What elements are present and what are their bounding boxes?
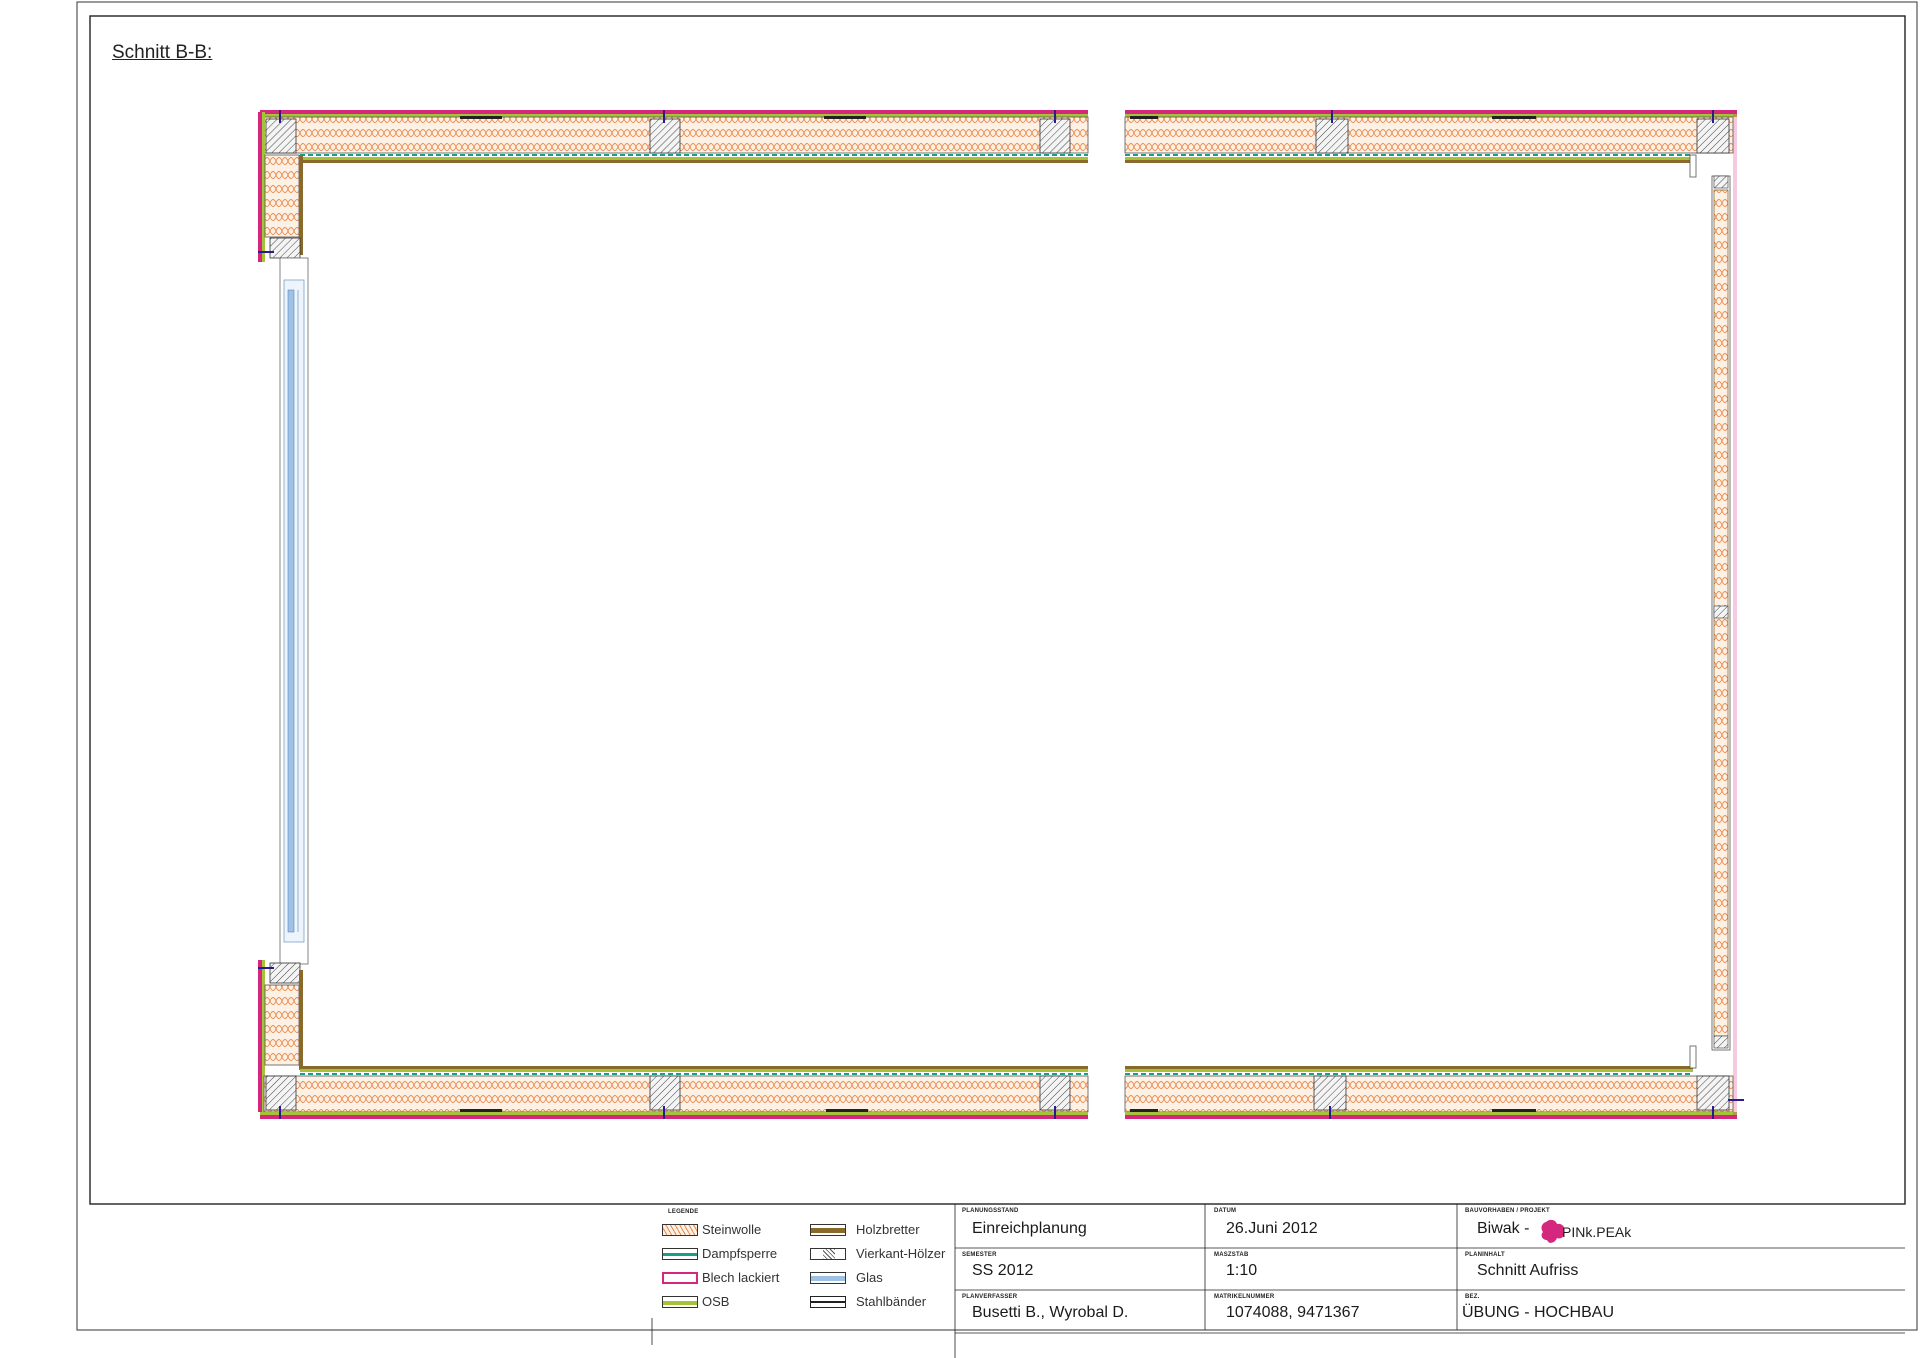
outer-frame: [76, 1, 1918, 1331]
value-projekt: Biwak -: [1477, 1220, 1530, 1237]
steel-band-icon: [810, 1296, 846, 1308]
square-timber-icon: [810, 1248, 846, 1260]
wall-bottom-left: [260, 1066, 1089, 1119]
value-planverfasser: Busetti B., Wyrobal D.: [972, 1304, 1129, 1321]
label-bez: BEZ.: [1465, 1294, 1480, 1300]
value-semester: SS 2012: [972, 1262, 1034, 1279]
legend-label-blech: Blech lackiert: [702, 1270, 780, 1285]
wall-right: [1689, 112, 1744, 1118]
legend-label-glas: Glas: [856, 1270, 883, 1285]
drawing-frame: [89, 15, 1906, 1205]
legend-label-stahlbaender: Stahlbänder: [856, 1294, 927, 1309]
label-matrikelnummer: MATRIKELNUMMER: [1214, 1294, 1275, 1300]
glass-icon: [810, 1272, 846, 1284]
legend-heading: LEGENDE: [668, 1209, 699, 1215]
legend-label-steinwolle: Steinwolle: [702, 1222, 762, 1237]
wall-top-right: [1124, 110, 1737, 163]
label-planinhalt: PLANINHALT: [1465, 1252, 1505, 1258]
legend-label-vierkant: Vierkant-Hölzer: [856, 1246, 946, 1261]
label-datum: DATUM: [1214, 1208, 1237, 1214]
wood-boards-icon: [810, 1224, 846, 1236]
legend-label-holzbretter: Holzbretter: [856, 1222, 920, 1237]
legend-label-dampfsperre: Dampfsperre: [702, 1246, 778, 1261]
value-matrikelnummer: 1074088, 9471367: [1226, 1304, 1360, 1321]
value-massstab: 1:10: [1226, 1262, 1258, 1279]
insulation-icon: [662, 1224, 698, 1236]
drawing-sheet: [76, 1, 1918, 1358]
wall-bottom-right: [1124, 1066, 1737, 1119]
pink-peak-logo-text: PINk.PEAk: [1562, 1224, 1632, 1240]
label-planverfasser: PLANVERFASSER: [962, 1294, 1018, 1300]
section-title: Schnitt B-B:: [112, 42, 213, 63]
label-projekt: BAUVORHABEN / PROJEKT: [1465, 1208, 1550, 1214]
label-planungsstand: PLANUNGSSTAND: [962, 1208, 1019, 1214]
label-semester: SEMESTER: [962, 1252, 997, 1258]
legend-label-osb: OSB: [702, 1294, 730, 1309]
value-planungsstand: Einreichplanung: [972, 1220, 1087, 1237]
value-bez: ÜBUNG - HOCHBAU: [1462, 1304, 1615, 1321]
window-glass: [279, 257, 309, 965]
value-planinhalt: Schnitt Aufriss: [1477, 1262, 1579, 1279]
value-datum: 26.Juni 2012: [1226, 1220, 1318, 1237]
osb-icon: [662, 1296, 698, 1308]
vapor-barrier-icon: [662, 1248, 698, 1260]
wall-top-left: [260, 110, 1089, 163]
label-massstab: MASZSTAB: [1214, 1252, 1249, 1258]
painted-sheet-icon: [662, 1272, 698, 1284]
